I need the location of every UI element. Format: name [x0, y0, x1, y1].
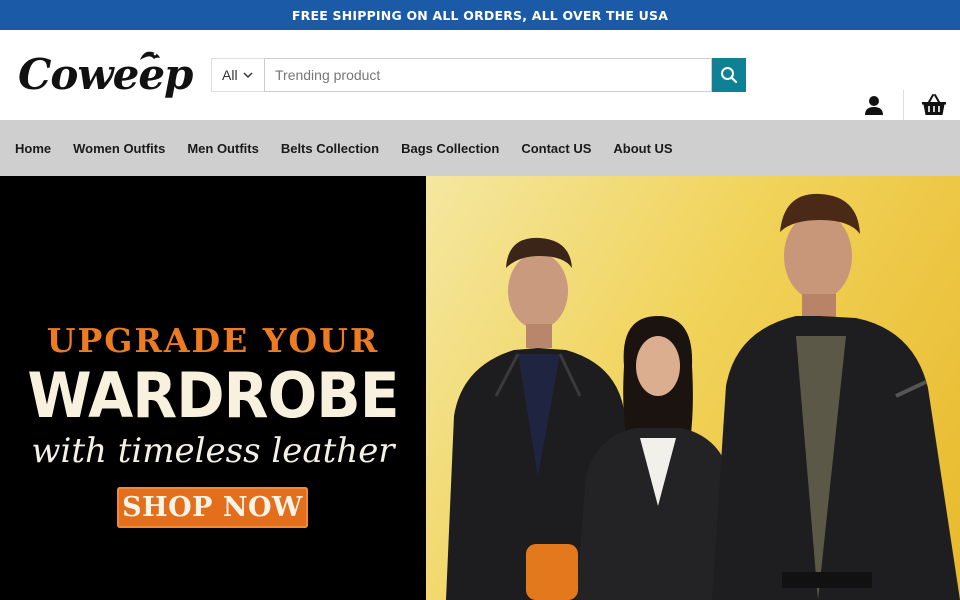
- search-input[interactable]: [264, 58, 712, 92]
- category-select[interactable]: All: [211, 58, 264, 92]
- site-header: Coweep All: [0, 30, 960, 120]
- search-button[interactable]: [712, 58, 746, 92]
- hero-headline-main: WARDROBE: [27, 359, 399, 432]
- header-divider: [903, 90, 904, 120]
- nav-item-bags-collection[interactable]: Bags Collection: [401, 141, 499, 156]
- announcement-text: FREE SHIPPING ON ALL ORDERS, ALL OVER TH…: [291, 7, 669, 23]
- chevron-down-icon: [243, 71, 253, 78]
- hero-banner: UPGRADE YOUR WARDROBE with timeless leat…: [0, 176, 960, 600]
- hero-headline-top: UPGRADE YOUR: [46, 321, 380, 360]
- nav-item-about-us[interactable]: About US: [613, 141, 672, 156]
- nav-item-home[interactable]: Home: [15, 141, 51, 156]
- site-logo[interactable]: Coweep: [16, 42, 193, 112]
- cart-button[interactable]: [920, 92, 948, 118]
- category-select-value: All: [222, 67, 238, 83]
- logo-bird-icon: [140, 51, 160, 60]
- nav-item-women-outfits[interactable]: Women Outfits: [73, 141, 165, 156]
- hero-photo: [426, 176, 960, 600]
- nav-item-contact-us[interactable]: Contact US: [521, 141, 591, 156]
- nav-item-men-outfits[interactable]: Men Outfits: [187, 141, 259, 156]
- main-nav: Home Women Outfits Men Outfits Belts Col…: [0, 120, 960, 176]
- user-icon: [865, 96, 883, 115]
- search-bar: All: [211, 58, 746, 92]
- hero-text-panel: UPGRADE YOUR WARDROBE with timeless leat…: [0, 176, 426, 600]
- announcement-bar: FREE SHIPPING ON ALL ORDERS, ALL OVER TH…: [0, 0, 960, 30]
- nav-item-belts-collection[interactable]: Belts Collection: [281, 141, 379, 156]
- shop-now-button[interactable]: SHOP NOW: [117, 487, 308, 528]
- account-button[interactable]: [862, 94, 886, 116]
- hero-tagline: with timeless leather: [31, 431, 395, 471]
- models-in-leather-jackets-image: [446, 193, 960, 600]
- search-icon: [721, 67, 738, 84]
- basket-icon: [922, 94, 946, 115]
